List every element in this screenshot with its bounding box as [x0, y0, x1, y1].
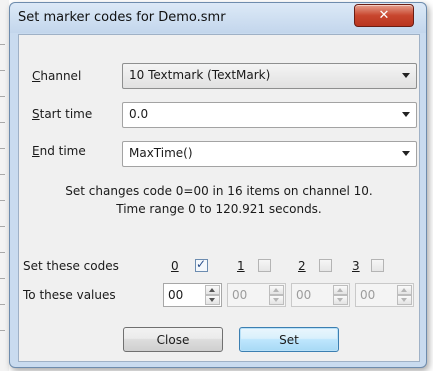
spin-down-icon	[333, 295, 348, 305]
ruler-tick	[0, 226, 5, 227]
value-0-field[interactable]: 00	[168, 288, 183, 302]
value-1-spinner: 00	[227, 283, 286, 307]
code-2-label: 2	[298, 259, 306, 273]
window-close-button[interactable]: ✕	[354, 4, 414, 27]
set-button[interactable]: Set	[239, 327, 339, 352]
value-2-spinner: 00	[291, 283, 350, 307]
set-button-label: Set	[279, 332, 299, 347]
ruler-tick	[0, 330, 5, 331]
chevron-down-icon	[402, 112, 410, 117]
background-strip	[0, 0, 9, 371]
spin-up-icon	[397, 285, 412, 295]
code-3-checkbox[interactable]	[371, 259, 384, 272]
spin-down-icon	[397, 295, 412, 305]
dialog-window: Set marker codes for Demo.smr ✕ Channel …	[9, 2, 427, 368]
code-1-checkbox[interactable]	[258, 259, 271, 272]
end-time-label: End time	[32, 144, 86, 158]
ruler-tick	[0, 44, 5, 45]
ruler-tick	[0, 304, 5, 305]
checkmark-icon: ✓	[196, 257, 207, 271]
end-time-combo[interactable]: MaxTime()	[122, 141, 417, 167]
ruler-tick	[0, 148, 5, 149]
end-time-value: MaxTime()	[129, 146, 193, 160]
dialog-body: Channel 10 Textmark (TextMark) Start tim…	[18, 34, 420, 362]
codes-label: Set these codes	[23, 259, 119, 273]
channel-label: Channel	[32, 69, 82, 83]
code-0-checkbox[interactable]: ✓	[195, 257, 208, 272]
info-text-line1: Set changes code 0=00 in 16 items on cha…	[65, 184, 373, 198]
start-time-value: 0.0	[129, 107, 149, 121]
ruler-tick	[0, 70, 5, 71]
spin-up-icon	[333, 285, 348, 295]
spin-up-icon[interactable]	[205, 285, 220, 295]
info-text-line2: Time range 0 to 120.921 seconds.	[116, 202, 322, 216]
title-bar[interactable]: Set marker codes for Demo.smr ✕	[10, 3, 426, 33]
spin-down-icon	[269, 295, 284, 305]
ruler-tick	[0, 96, 5, 97]
start-time-label: Start time	[32, 107, 93, 121]
code-1-label: 1	[237, 259, 245, 273]
start-time-combo[interactable]: 0.0	[122, 102, 417, 128]
ruler-tick	[0, 252, 5, 253]
value-3-spinner: 00	[355, 283, 414, 307]
ruler-tick	[0, 278, 5, 279]
value-1-field: 00	[232, 288, 248, 302]
values-label: To these values	[23, 288, 116, 302]
close-button[interactable]: Close	[123, 327, 223, 352]
code-3-label: 3	[352, 259, 360, 273]
close-icon: ✕	[378, 8, 390, 23]
ruler-tick	[0, 200, 5, 201]
spin-up-icon	[269, 285, 284, 295]
code-0-label: 0	[171, 259, 179, 273]
channel-value: 10 Textmark (TextMark)	[129, 68, 271, 82]
code-2-checkbox[interactable]	[319, 259, 332, 272]
ruler-tick	[0, 174, 5, 175]
channel-dropdown[interactable]: 10 Textmark (TextMark)	[122, 63, 417, 89]
value-2-field: 00	[296, 288, 312, 302]
window-title: Set marker codes for Demo.smr	[18, 10, 226, 25]
chevron-down-icon	[402, 151, 410, 156]
chevron-down-icon	[402, 73, 410, 78]
close-button-label: Close	[156, 332, 190, 347]
ruler-tick	[0, 122, 5, 123]
spin-down-icon[interactable]	[205, 295, 220, 305]
value-0-spinner[interactable]: 00	[163, 283, 222, 307]
value-3-field: 00	[360, 288, 376, 302]
